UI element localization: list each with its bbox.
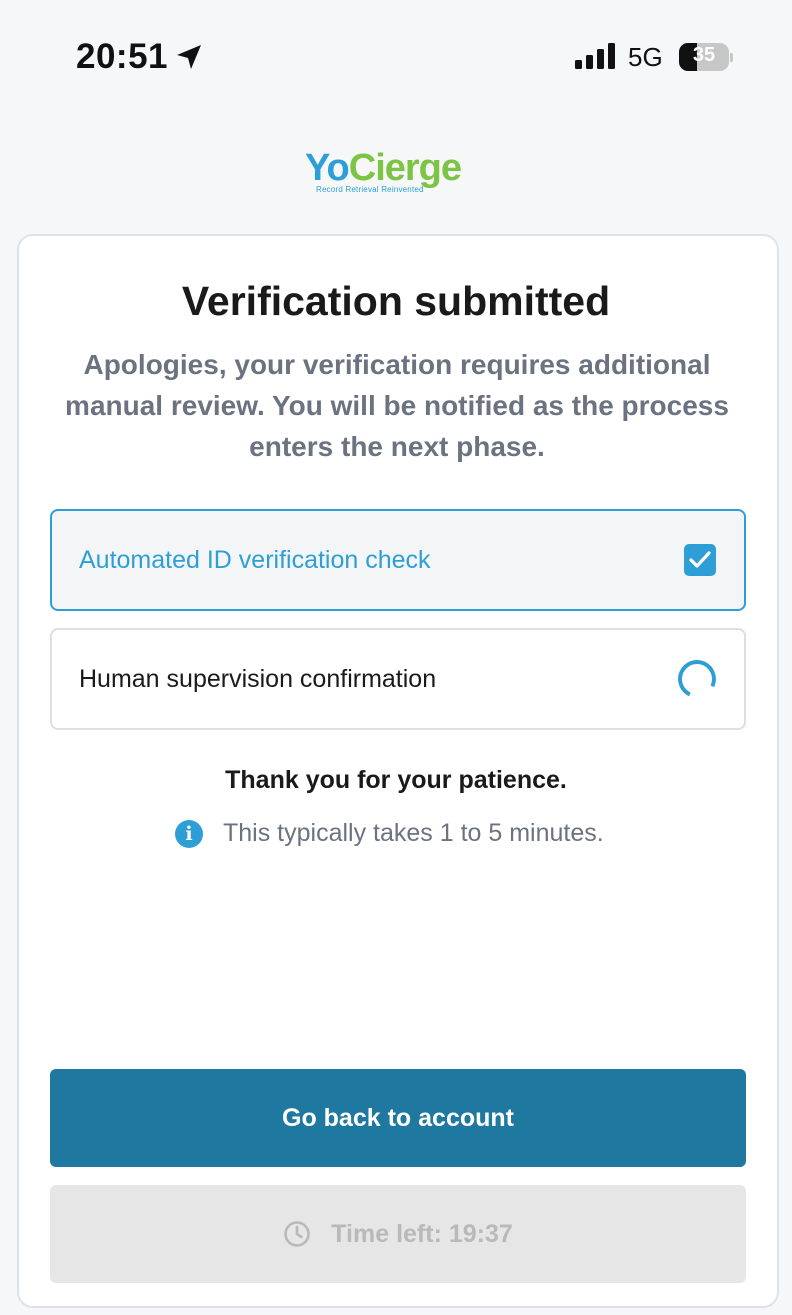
step-label: Human supervision confirmation: [79, 664, 437, 693]
page-title: Verification submitted: [181, 278, 611, 324]
duration-hint: i This typically takes 1 to 5 minutes.: [175, 819, 604, 848]
logo-name-part2: Cierge: [348, 147, 462, 189]
checkbox-checked-icon: [684, 544, 716, 576]
time-left-button: Time left: 19:37: [50, 1185, 746, 1283]
step-automated-id-check: Automated ID verification check: [50, 509, 746, 611]
logo-name-part1: Yo: [305, 147, 350, 189]
status-bar: 20:51 5G 35: [0, 0, 792, 110]
location-arrow-icon: [177, 45, 201, 69]
page-subtitle: Apologies, your verification requires ad…: [65, 349, 729, 462]
logo-tagline: Record Retrieval Reinvented: [316, 185, 424, 194]
network-type: 5G: [628, 42, 663, 72]
step-human-supervision: Human supervision confirmation: [50, 628, 746, 730]
duration-hint-text: This typically takes 1 to 5 minutes.: [223, 819, 604, 847]
go-back-to-account-button[interactable]: Go back to account: [50, 1069, 746, 1167]
step-label: Automated ID verification check: [79, 545, 431, 574]
time-left-label: Time left: 19:37: [331, 1219, 513, 1248]
brand-logo: YoCierge Record Retrieval Reinvented: [305, 148, 495, 198]
clock-icon: [284, 1221, 311, 1247]
status-time: 20:51: [76, 37, 169, 76]
info-icon: i: [175, 819, 203, 848]
battery-level: 35: [692, 44, 716, 66]
thanks-message: Thank you for your patience.: [225, 766, 567, 794]
spinner-icon: [672, 654, 722, 704]
cellular-signal-icon: [575, 43, 615, 69]
battery-icon: 35: [679, 43, 733, 71]
